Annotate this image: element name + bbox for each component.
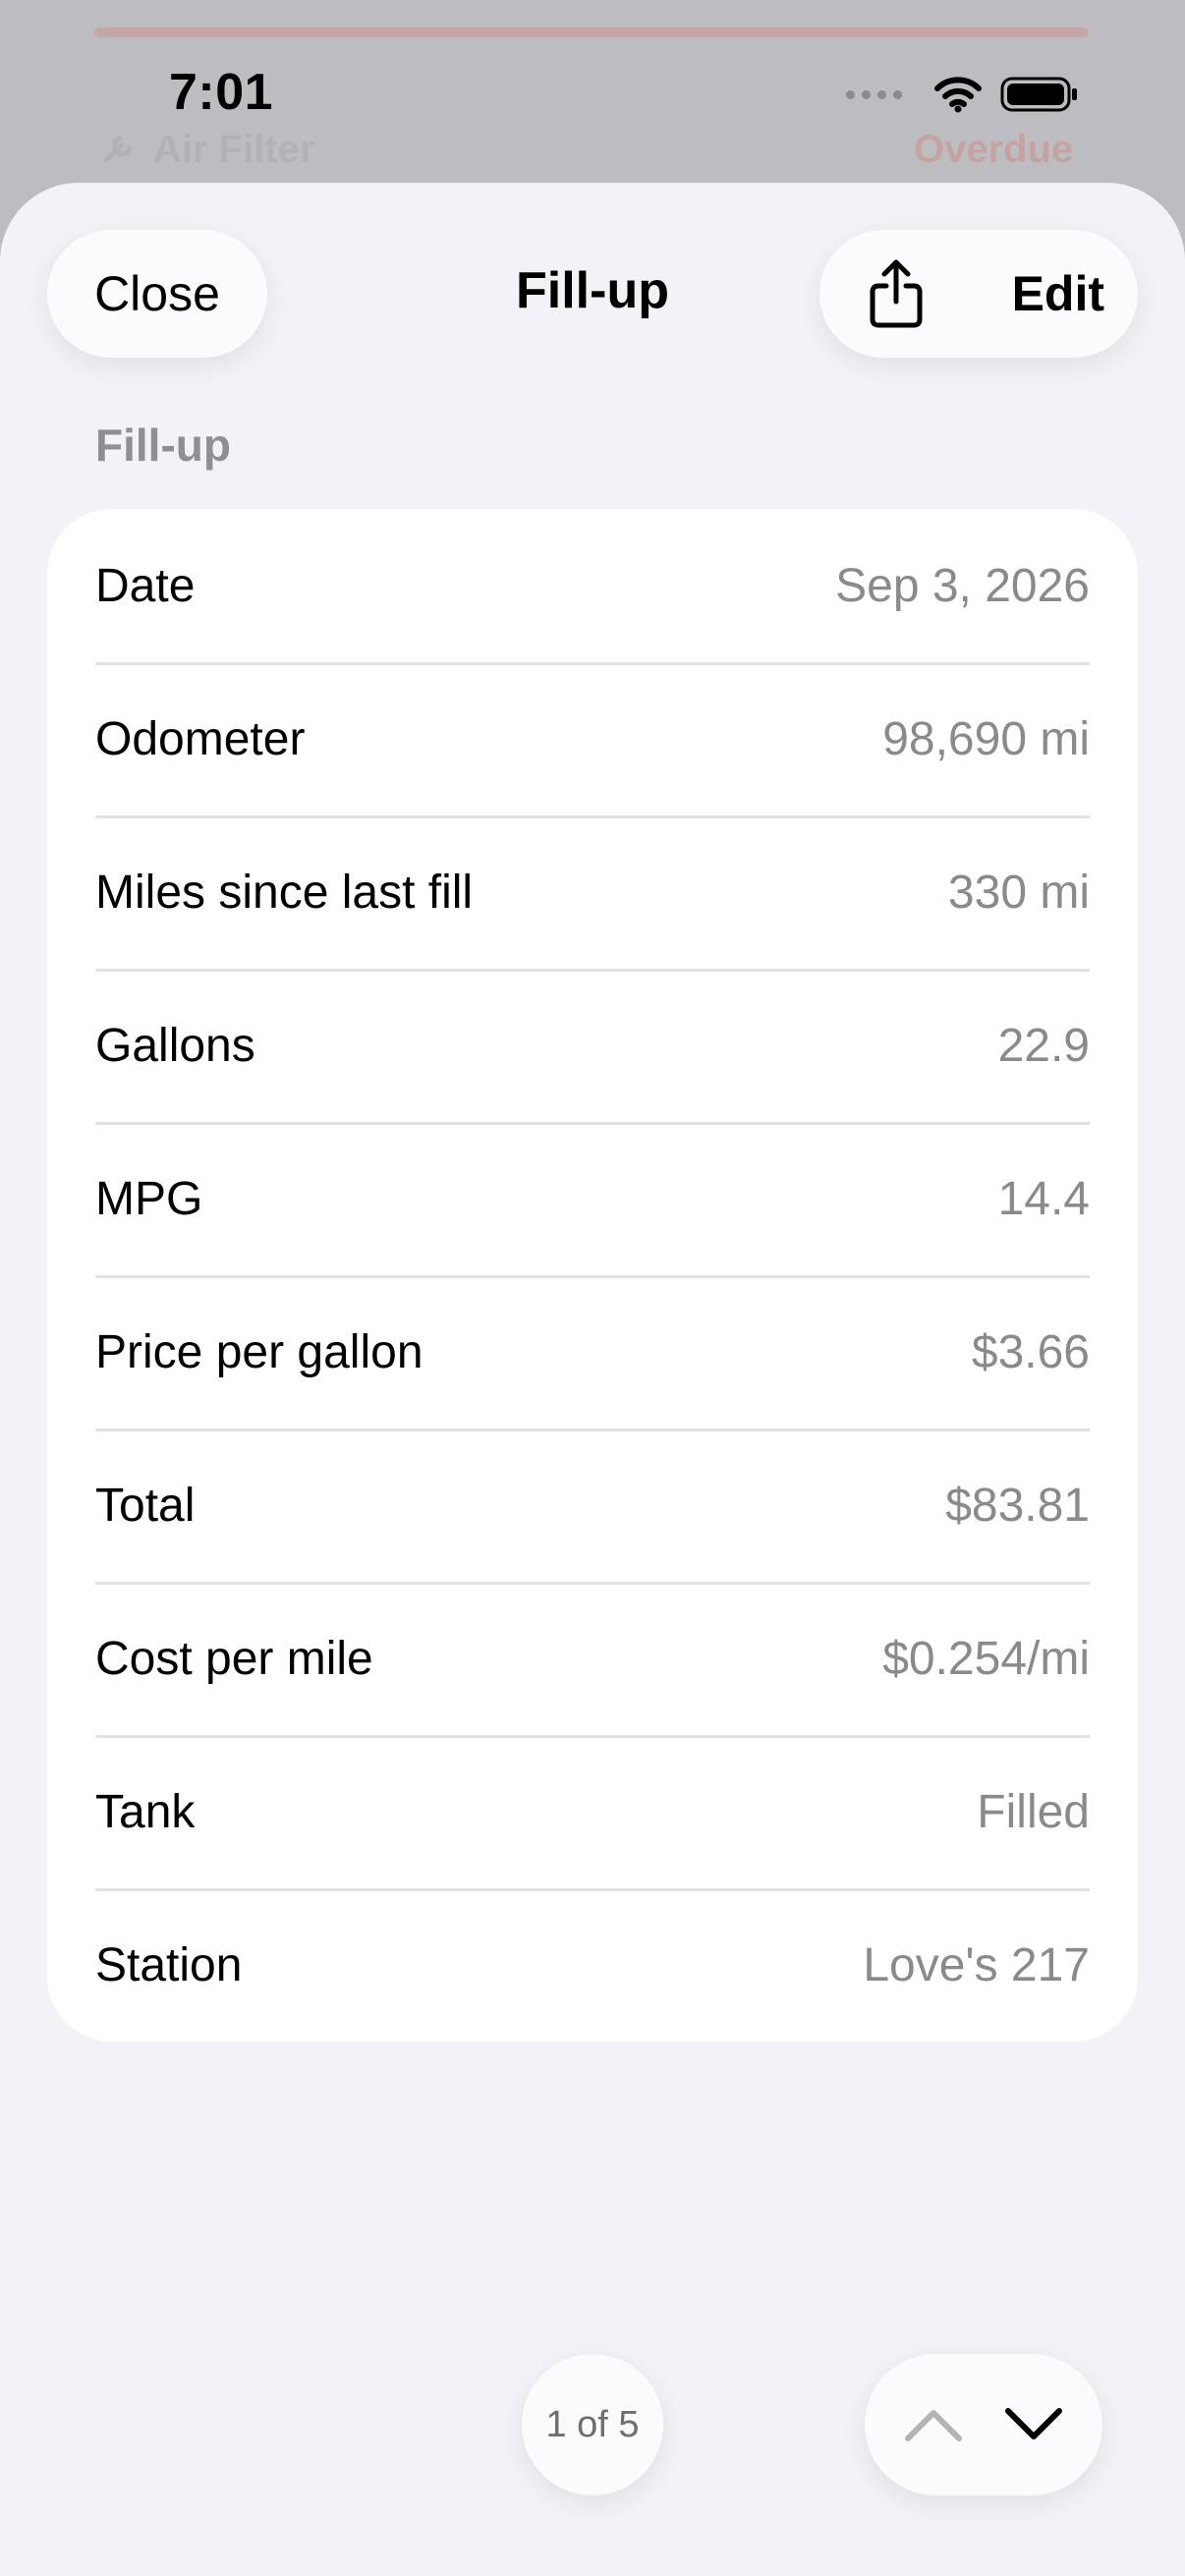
detail-row-total: Total $83.81 bbox=[95, 1428, 1090, 1582]
row-value: 330 mi bbox=[947, 866, 1090, 919]
row-value: 98,690 mi bbox=[882, 712, 1090, 765]
detail-row-station: Station Love's 217 bbox=[95, 1888, 1090, 2042]
action-group: Edit bbox=[819, 230, 1138, 358]
background-progress-bar bbox=[94, 28, 1089, 37]
signal-dots-icon bbox=[846, 89, 902, 99]
share-button[interactable] bbox=[857, 254, 935, 333]
detail-row-date: Date Sep 3, 2026 bbox=[95, 509, 1090, 662]
row-label: Station bbox=[95, 1938, 243, 1991]
detail-row-miles: Miles since last fill 330 mi bbox=[95, 815, 1090, 969]
status-icons bbox=[846, 75, 1079, 114]
previous-button[interactable] bbox=[894, 2385, 973, 2464]
row-value: $3.66 bbox=[971, 1325, 1090, 1378]
row-value: 22.9 bbox=[997, 1019, 1090, 1072]
chevron-up-icon bbox=[905, 2410, 962, 2441]
row-value: Sep 3, 2026 bbox=[835, 559, 1090, 612]
wrench-icon bbox=[103, 136, 133, 162]
row-value: 14.4 bbox=[997, 1172, 1090, 1225]
record-navigation bbox=[865, 2354, 1102, 2495]
next-button[interactable] bbox=[994, 2385, 1073, 2464]
detail-row-tank: Tank Filled bbox=[95, 1735, 1090, 1888]
row-label: Total bbox=[95, 1479, 196, 1532]
edit-button[interactable]: Edit bbox=[1012, 265, 1104, 322]
fill-up-sheet: Close Fill-up Edit Fill-up Date Sep 3, 2… bbox=[0, 183, 1185, 2576]
row-value: Filled bbox=[977, 1785, 1090, 1838]
wifi-icon bbox=[934, 77, 982, 113]
row-label: Odometer bbox=[95, 712, 306, 765]
row-value: $83.81 bbox=[945, 1479, 1090, 1532]
details-card: Date Sep 3, 2026 Odometer 98,690 mi Mile… bbox=[47, 509, 1138, 2042]
detail-row-price: Price per gallon $3.66 bbox=[95, 1275, 1090, 1428]
background-row: Air Filter bbox=[98, 128, 314, 172]
chevron-down-icon bbox=[1005, 2408, 1062, 2439]
row-label: Gallons bbox=[95, 1019, 255, 1072]
row-label: Tank bbox=[95, 1785, 196, 1838]
background-row-label: Air Filter bbox=[153, 128, 315, 171]
background-row-status: Overdue bbox=[914, 128, 1074, 171]
row-value: Love's 217 bbox=[863, 1938, 1090, 1991]
battery-icon bbox=[1000, 77, 1077, 112]
section-header: Fill-up bbox=[95, 420, 231, 471]
detail-row-gallons: Gallons 22.9 bbox=[95, 969, 1090, 1122]
row-value: $0.254/mi bbox=[882, 1632, 1090, 1685]
row-label: Miles since last fill bbox=[95, 866, 474, 919]
row-label: MPG bbox=[95, 1172, 203, 1225]
detail-row-cost-per-mile: Cost per mile $0.254/mi bbox=[95, 1582, 1090, 1735]
status-time: 7:01 bbox=[169, 64, 274, 121]
page-indicator: 1 of 5 bbox=[522, 2354, 663, 2495]
row-label: Cost per mile bbox=[95, 1632, 373, 1685]
row-label: Date bbox=[95, 559, 196, 612]
share-icon bbox=[870, 259, 923, 328]
row-label: Price per gallon bbox=[95, 1325, 423, 1378]
detail-row-odometer: Odometer 98,690 mi bbox=[95, 662, 1090, 815]
detail-row-mpg: MPG 14.4 bbox=[95, 1122, 1090, 1275]
